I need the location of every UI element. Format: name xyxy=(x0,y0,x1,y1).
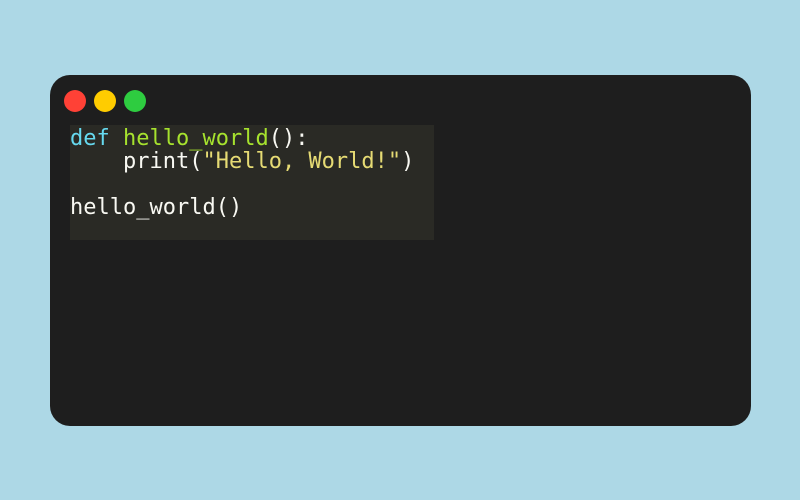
string-literal: "Hello, World!" xyxy=(202,149,402,174)
code-window: def hello_world(): print("Hello, World!"… xyxy=(50,75,751,426)
print-close-paren: ) xyxy=(401,149,415,174)
print-call: print( xyxy=(122,149,203,174)
minimize-window-button[interactable] xyxy=(94,90,116,112)
close-window-button[interactable] xyxy=(64,90,86,112)
code-line-4: hello_world() xyxy=(70,195,243,220)
code-snippet: def hello_world(): print("Hello, World!"… xyxy=(70,127,414,219)
function-name: hello_world xyxy=(123,126,269,151)
keyword-def: def xyxy=(70,126,110,151)
code-line-1: def hello_world(): xyxy=(70,126,308,151)
code-line-2: print("Hello, World!") xyxy=(70,149,414,174)
function-signature-tail: (): xyxy=(268,126,309,151)
maximize-window-button[interactable] xyxy=(124,90,146,112)
